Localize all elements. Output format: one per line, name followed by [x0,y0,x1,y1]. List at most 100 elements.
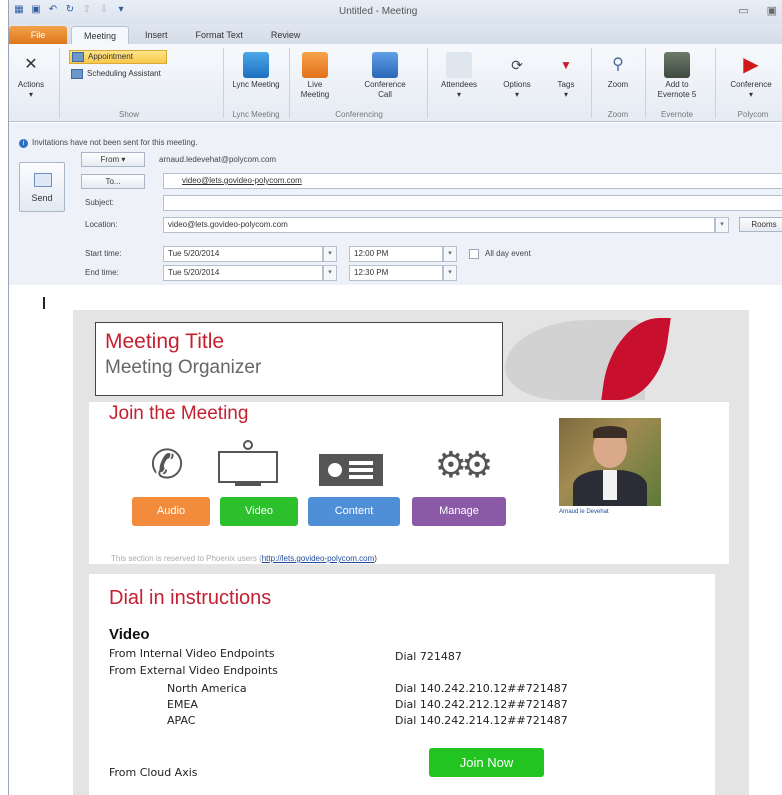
content-svg [319,454,383,486]
rooms-button[interactable]: Rooms [739,217,782,232]
location-dropdown[interactable]: ▾ [715,217,729,233]
join-now-button[interactable]: Join Now [429,748,544,777]
polycom-conference-button[interactable]: ▶ Conference ▾ [721,52,781,100]
ribbon: ✕ Actions ▾ Appointment Scheduling Assist… [9,44,782,122]
end-time-label: End time: [85,268,119,277]
organizer-photo [559,418,661,506]
outlook-meeting-window: ▦ ▣ ↶ ↻ ⇧ ⇩ ▾ Untitled - Meeting ▭ ▣ Fil… [8,0,782,795]
region-emea: EMEA [167,698,198,711]
lync-icon [243,52,269,78]
live-meeting-icon [302,52,328,78]
end-time-dropdown[interactable]: ▾ [443,265,457,281]
video-button[interactable]: Video [220,497,298,526]
lync-meeting-button[interactable]: Lync Meeting [229,52,283,90]
phoenix-link[interactable]: http://lets.govideo-polycom.com [262,554,375,563]
from-button[interactable]: From ▾ [81,152,145,167]
zoom-button[interactable]: ⚲ Zoom [599,52,637,90]
all-day-label: All day event [485,249,531,258]
subject-field[interactable] [163,195,782,211]
content-button[interactable]: Content [308,497,400,526]
start-time-label: Start time: [85,249,122,258]
internal-dial: Dial 721487 [395,650,462,663]
end-date-dropdown[interactable]: ▾ [323,265,337,281]
dial-in-heading: Dial in instructions [109,587,272,609]
phone-icon: ✆ [150,443,184,487]
scheduling-assistant-button[interactable]: Scheduling Assistant [69,68,161,80]
external-endpoints-label: From External Video Endpoints [109,664,278,677]
attendees-button[interactable]: Attendees ▾ [433,52,485,100]
down-arrow-icon[interactable]: ⇩ [98,4,110,16]
meeting-organizer: Meeting Organizer [105,357,262,378]
start-date-field[interactable]: Tue 5/20/2014 [163,246,323,262]
region-north-america: North America [167,682,247,695]
tab-insert[interactable]: Insert [133,26,180,44]
window-title: Untitled - Meeting [339,6,418,17]
magnifier-icon: ⚲ [612,56,624,73]
dial-emea: Dial 140.242.212.12##721487 [395,698,568,711]
tab-meeting[interactable]: Meeting [71,26,130,44]
redo-icon[interactable]: ↻ [64,4,76,16]
group-label-show: Show [118,110,139,119]
all-day-checkbox[interactable] [469,249,479,259]
save-icon[interactable]: ▣ [30,4,42,16]
video-subheading: Video [109,626,150,643]
send-button[interactable]: Send [19,162,65,212]
dial-apac: Dial 140.242.214.12##721487 [395,714,568,727]
customize-qat-icon[interactable]: ▾ [115,4,127,16]
group-label-polycom: Polycom [737,110,769,119]
location-field[interactable]: video@lets.govideo-polycom.com [163,217,715,233]
text-cursor [43,297,45,309]
group-label-evernote: Evernote [660,110,694,119]
gears-icon: ⚙⚙ [434,444,494,485]
add-to-evernote-button[interactable]: Add to Evernote 5 [649,52,705,100]
group-separator [591,48,592,118]
options-button[interactable]: ⟳ Options ▾ [497,52,537,100]
tab-file[interactable]: File [9,26,67,44]
tab-review[interactable]: Review [259,26,313,44]
group-label-lync: Lync Meeting [232,110,280,119]
live-meeting-button[interactable]: Live Meeting [295,52,335,100]
close-icon: ✕ [24,56,38,73]
reserved-note: This section is reserved to Phoenix user… [111,554,377,563]
dial-north-america: Dial 140.242.210.12##721487 [395,682,568,695]
meeting-title: Meeting Title [105,330,225,353]
to-field[interactable]: video@lets.govideo-polycom.com [163,173,782,189]
attendees-icon [446,52,472,78]
window-controls: ▭ ▣ [738,4,777,17]
tag-icon: ▼ [560,58,572,72]
start-date-dropdown[interactable]: ▾ [323,246,337,262]
options-icon: ⟳ [511,57,523,73]
group-separator [645,48,646,118]
calendar-icon [72,52,84,62]
subject-label: Subject: [85,198,114,207]
group-separator [223,48,224,118]
to-button[interactable]: To... [81,174,145,189]
group-separator [715,48,716,118]
tags-button[interactable]: ▼ Tags ▾ [549,52,583,100]
start-time-field[interactable]: 12:00 PM [349,246,443,262]
maximize-button[interactable]: ▣ [767,4,777,17]
start-time-dropdown[interactable]: ▾ [443,246,457,262]
up-arrow-icon[interactable]: ⇧ [81,4,93,16]
ribbon-tabs: File Meeting Insert Format Text Review [9,24,782,44]
location-label: Location: [85,220,118,229]
content-icon [317,452,385,488]
polycom-icon: ▶ [743,54,759,76]
group-separator [427,48,428,118]
evernote-icon [664,52,690,78]
minimize-button[interactable]: ▭ [738,4,748,17]
undo-icon[interactable]: ↶ [47,4,59,16]
tab-format-text[interactable]: Format Text [184,26,255,44]
join-heading: Join the Meeting [109,403,249,424]
actions-button[interactable]: ✕ Actions ▾ [11,52,51,100]
audio-button[interactable]: Audio [132,497,210,526]
conference-call-icon [372,52,398,78]
conference-call-button[interactable]: Conference Call [359,52,411,100]
end-date-field[interactable]: Tue 5/20/2014 [163,265,323,281]
internal-endpoints-label: From Internal Video Endpoints [109,647,275,660]
manage-button[interactable]: Manage [412,497,506,526]
end-time-field[interactable]: 12:30 PM [349,265,443,281]
appointment-button[interactable]: Appointment [69,50,167,64]
scheduling-icon [71,69,83,79]
from-value: arnaud.ledevehat@polycom.com [159,155,277,164]
